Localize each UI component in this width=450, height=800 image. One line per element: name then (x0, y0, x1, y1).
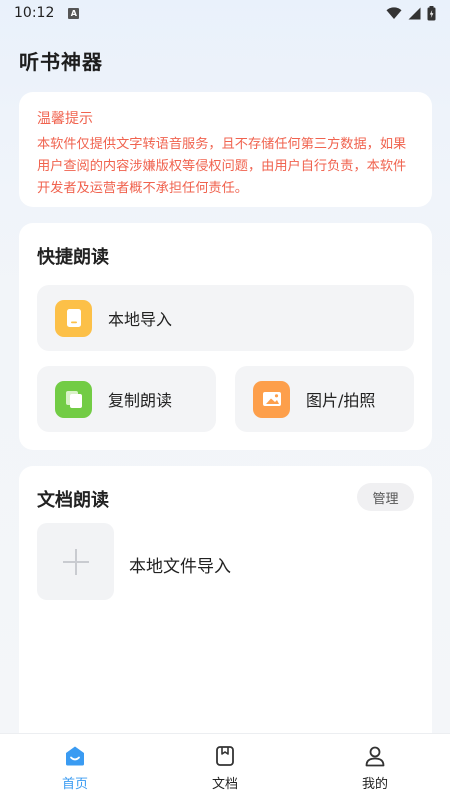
wifi-icon (386, 6, 402, 19)
add-file-button[interactable] (37, 523, 114, 600)
local-import-label: 本地导入 (108, 310, 173, 329)
nav-docs-label: 文档 (211, 777, 238, 792)
bottom-nav: 首页 文档 我的 (0, 733, 450, 800)
nav-mine[interactable]: 我的 (300, 734, 450, 800)
notification-icon: A (68, 7, 80, 19)
status-bar: 10:12 A (0, 0, 450, 26)
status-time: 10:12 (14, 5, 55, 21)
battery-icon (427, 5, 436, 20)
copy-read-label: 复制朗读 (108, 391, 173, 410)
copy-icon (55, 380, 92, 418)
image-photo-label: 图片/拍照 (306, 391, 376, 410)
manage-button[interactable]: 管理 (357, 483, 414, 511)
quick-read-title: 快捷朗读 (37, 247, 109, 268)
app-title: 听书神器 (19, 50, 103, 74)
user-icon (365, 746, 385, 767)
local-file-import-label[interactable]: 本地文件导入 (129, 552, 231, 577)
nav-home-label: 首页 (61, 777, 88, 792)
local-import-button[interactable]: 本地导入 (37, 285, 414, 351)
document-nav-icon (216, 746, 234, 766)
quick-read-card: 快捷朗读 本地导入 复制朗读 图片/拍照 (19, 223, 432, 450)
nav-docs[interactable]: 文档 (150, 734, 300, 800)
image-photo-button[interactable]: 图片/拍照 (235, 366, 414, 432)
notice-title: 温馨提示 (37, 111, 93, 127)
image-icon (253, 380, 290, 418)
notice-card: 温馨提示 本软件仅提供文字转语音服务，且不存储任何第三方数据，如果用户查阅的内容… (19, 92, 432, 207)
status-icons (386, 5, 436, 21)
home-icon (66, 746, 84, 766)
document-icon (55, 299, 92, 337)
copy-read-button[interactable]: 复制朗读 (37, 366, 216, 432)
nav-mine-label: 我的 (361, 777, 388, 792)
nav-home[interactable]: 首页 (0, 734, 150, 800)
signal-icon (408, 7, 421, 19)
document-read-title: 文档朗读 (37, 490, 109, 511)
plus-icon (62, 548, 89, 575)
document-read-card: 文档朗读 管理 本地文件导入 (19, 466, 432, 756)
notice-text: 本软件仅提供文字转语音服务，且不存储任何第三方数据，如果用户查阅的内容涉嫌版权等… (37, 137, 407, 196)
